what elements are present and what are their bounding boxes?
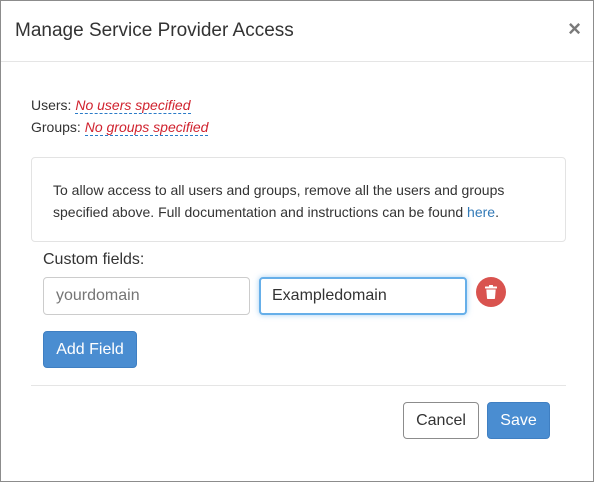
trash-icon bbox=[485, 285, 497, 299]
users-line: Users: No users specified bbox=[31, 96, 191, 114]
users-editable[interactable]: No users specified bbox=[75, 97, 191, 114]
add-field-button[interactable]: Add Field bbox=[43, 331, 137, 368]
custom-field-value-input[interactable] bbox=[259, 277, 467, 315]
save-button[interactable]: Save bbox=[487, 402, 550, 439]
groups-editable[interactable]: No groups specified bbox=[84, 119, 209, 136]
close-button[interactable]: × bbox=[568, 18, 581, 40]
modal-header: Manage Service Provider Access × bbox=[1, 1, 593, 62]
cancel-button[interactable]: Cancel bbox=[403, 402, 479, 439]
delete-field-button[interactable] bbox=[476, 277, 506, 307]
documentation-link[interactable]: here bbox=[467, 204, 495, 220]
info-text-end: . bbox=[495, 204, 499, 220]
manage-access-modal: Manage Service Provider Access × Users: … bbox=[0, 0, 594, 482]
groups-line: Groups: No groups specified bbox=[31, 118, 209, 136]
modal-title: Manage Service Provider Access bbox=[15, 20, 294, 41]
info-well: To allow access to all users and groups,… bbox=[31, 157, 566, 242]
custom-fields-label: Custom fields: bbox=[43, 251, 145, 268]
info-text: To allow access to all users and groups,… bbox=[53, 182, 505, 220]
custom-field-key-input[interactable] bbox=[43, 277, 250, 315]
users-label: Users: bbox=[31, 97, 72, 113]
footer-divider bbox=[31, 385, 566, 386]
groups-label: Groups: bbox=[31, 119, 81, 135]
